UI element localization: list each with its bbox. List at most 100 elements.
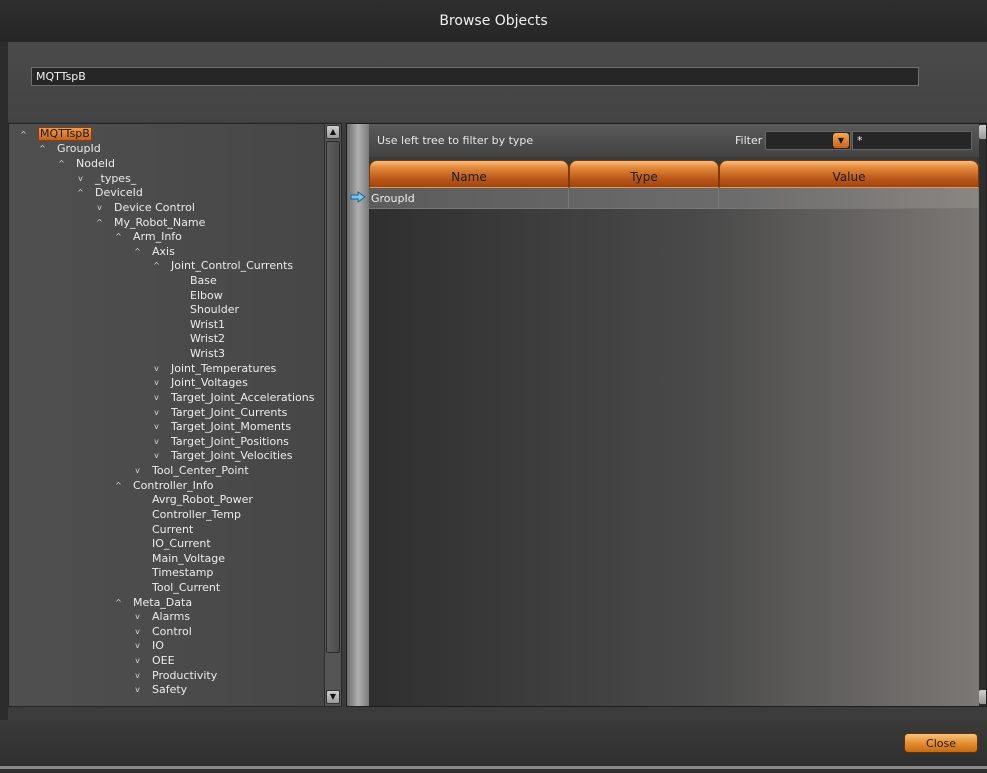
tree-item[interactable]: ^ My_Robot_Name <box>95 215 205 230</box>
collapse-chevron-icon[interactable]: ^ <box>19 130 28 139</box>
expand-chevron-icon[interactable]: v <box>95 203 104 212</box>
tree-scrollbar[interactable]: ▲ ▼ <box>324 124 341 706</box>
expand-chevron-icon[interactable]: v <box>152 408 161 417</box>
tree-item-label: My_Robot_Name <box>114 215 206 229</box>
filter-type-select[interactable]: ▼ <box>765 131 851 150</box>
collapse-chevron-icon[interactable]: ^ <box>38 144 47 153</box>
path-input[interactable]: MQTTspB <box>31 67 919 86</box>
tree-item[interactable]: IO_Current <box>133 536 211 551</box>
tree-item[interactable]: v Productivity <box>133 668 217 683</box>
expand-chevron-icon[interactable]: v <box>133 656 142 665</box>
scroll-thumb[interactable] <box>326 141 340 653</box>
expand-chevron-icon[interactable]: v <box>152 378 161 387</box>
tree-item[interactable]: v Alarms <box>133 609 190 624</box>
tree-item[interactable]: v Target_Joint_Moments <box>152 419 291 434</box>
collapse-chevron-icon[interactable]: ^ <box>133 247 142 256</box>
cell-value <box>719 188 979 209</box>
expand-chevron-icon[interactable]: v <box>133 612 142 621</box>
filter-label: Filter <box>735 134 763 147</box>
tree-item-label: Timestamp <box>152 566 214 580</box>
tree-item[interactable]: Avrg_Robot_Power <box>133 493 253 508</box>
object-tree-panel: ^ MQTTspB ^ GroupId ^ NodeId v _types_ ^ DeviceId… <box>8 123 342 707</box>
tree-item[interactable]: ^ Joint_Control_Currents <box>152 259 293 274</box>
filter-text-input[interactable]: * <box>852 131 972 150</box>
scroll-up-icon[interactable] <box>979 125 986 139</box>
expand-chevron-icon[interactable]: v <box>133 641 142 650</box>
tree-item[interactable]: v IO <box>133 639 164 654</box>
tree-item[interactable]: ^ MQTTspB <box>19 127 92 142</box>
tree-item[interactable]: v Control <box>133 624 192 639</box>
expand-chevron-icon[interactable]: v <box>133 466 142 475</box>
expand-chevron-icon[interactable]: v <box>76 174 85 183</box>
column-header-name[interactable]: Name <box>369 160 569 188</box>
tree-item-label: Target_Joint_Currents <box>171 405 288 419</box>
collapse-chevron-icon[interactable]: ^ <box>76 188 85 197</box>
expand-chevron-icon[interactable]: v <box>152 451 161 460</box>
tree-item[interactable]: ^ Meta_Data <box>114 595 192 610</box>
tree-item[interactable]: Timestamp <box>133 566 213 581</box>
chevron-down-icon[interactable]: ▼ <box>833 133 849 148</box>
tree-item[interactable]: v Target_Joint_Velocities <box>152 449 292 464</box>
window-bottom-edge <box>0 766 987 769</box>
scroll-down-icon[interactable] <box>979 690 986 704</box>
expand-chevron-icon[interactable]: v <box>152 437 161 446</box>
scroll-down-icon[interactable]: ▼ <box>326 690 340 704</box>
window-title: Browse Objects <box>439 13 548 29</box>
tree-item-label: Joint_Control_Currents <box>171 259 294 273</box>
tree-item[interactable]: v Joint_Temperatures <box>152 361 276 376</box>
collapse-chevron-icon[interactable]: ^ <box>114 481 123 490</box>
tree-item[interactable]: Wrist1 <box>171 317 225 332</box>
table-row[interactable]: GroupId <box>369 188 979 209</box>
tree-item[interactable]: ^ GroupId <box>38 142 101 157</box>
tree-item[interactable]: Wrist2 <box>171 332 225 347</box>
tree-item[interactable]: v _types_ <box>76 171 136 186</box>
tree-item[interactable]: ^ NodeId <box>57 156 115 171</box>
tree-item[interactable]: v Device Control <box>95 200 195 215</box>
expand-chevron-icon[interactable]: v <box>152 393 161 402</box>
tree-item[interactable]: v OEE <box>133 653 175 668</box>
collapse-chevron-icon[interactable]: ^ <box>114 232 123 241</box>
grid-scrollbar[interactable] <box>979 124 986 706</box>
tree-item[interactable]: Main_Voltage <box>133 551 225 566</box>
collapse-chevron-icon[interactable]: ^ <box>95 218 104 227</box>
tree-item[interactable]: v Target_Joint_Currents <box>152 405 287 420</box>
tree-item-label: Meta_Data <box>133 595 193 609</box>
tree-item-label: Target_Joint_Accelerations <box>171 390 315 404</box>
tree-item[interactable]: Wrist3 <box>171 346 225 361</box>
cell-name: GroupId <box>369 188 569 209</box>
tree-item[interactable]: v Target_Joint_Positions <box>152 434 289 449</box>
tree-item[interactable]: v Joint_Voltages <box>152 376 248 391</box>
tree-item[interactable]: ^ Axis <box>133 244 175 259</box>
column-header-value[interactable]: Value <box>719 160 979 188</box>
expand-chevron-icon[interactable]: v <box>133 627 142 636</box>
tree-item-label: Joint_Voltages <box>171 376 248 390</box>
column-header-type[interactable]: Type <box>569 160 719 188</box>
expand-chevron-icon[interactable]: v <box>133 671 142 680</box>
tree-item[interactable]: Shoulder <box>171 302 239 317</box>
expand-chevron-icon[interactable]: v <box>133 685 142 694</box>
collapse-chevron-icon[interactable]: ^ <box>152 261 161 270</box>
tree-item-label: IO <box>152 639 164 653</box>
tree-item[interactable]: Base <box>171 273 217 288</box>
collapse-chevron-icon[interactable]: ^ <box>57 159 66 168</box>
tree-item[interactable]: ^ Controller_Info <box>114 478 213 493</box>
tree-item-label: OEE <box>152 654 175 668</box>
tree-item-label: Target_Joint_Positions <box>171 434 289 448</box>
tree-item[interactable]: Tool_Current <box>133 580 220 595</box>
tree-item[interactable]: ^ DeviceId <box>76 185 143 200</box>
tree-item-label: Controller_Temp <box>152 507 241 521</box>
tree-item[interactable]: Elbow <box>171 288 223 303</box>
tree-item[interactable]: v Safety <box>133 683 187 698</box>
expand-chevron-icon[interactable]: v <box>152 422 161 431</box>
tree-item[interactable]: v Target_Joint_Accelerations <box>152 390 314 405</box>
expand-chevron-icon[interactable]: v <box>152 364 161 373</box>
scroll-up-icon[interactable]: ▲ <box>326 125 340 139</box>
close-button[interactable]: Close <box>904 733 978 753</box>
tree-item[interactable]: Current <box>133 522 193 537</box>
tree-item[interactable]: Controller_Temp <box>133 507 241 522</box>
tree-item[interactable]: ^ Arm_Info <box>114 229 182 244</box>
tree-item[interactable]: v Tool_Center_Point <box>133 463 249 478</box>
tree-item-label: GroupId <box>57 142 101 156</box>
collapse-chevron-icon[interactable]: ^ <box>114 598 123 607</box>
tree-item-label: Shoulder <box>190 303 239 317</box>
